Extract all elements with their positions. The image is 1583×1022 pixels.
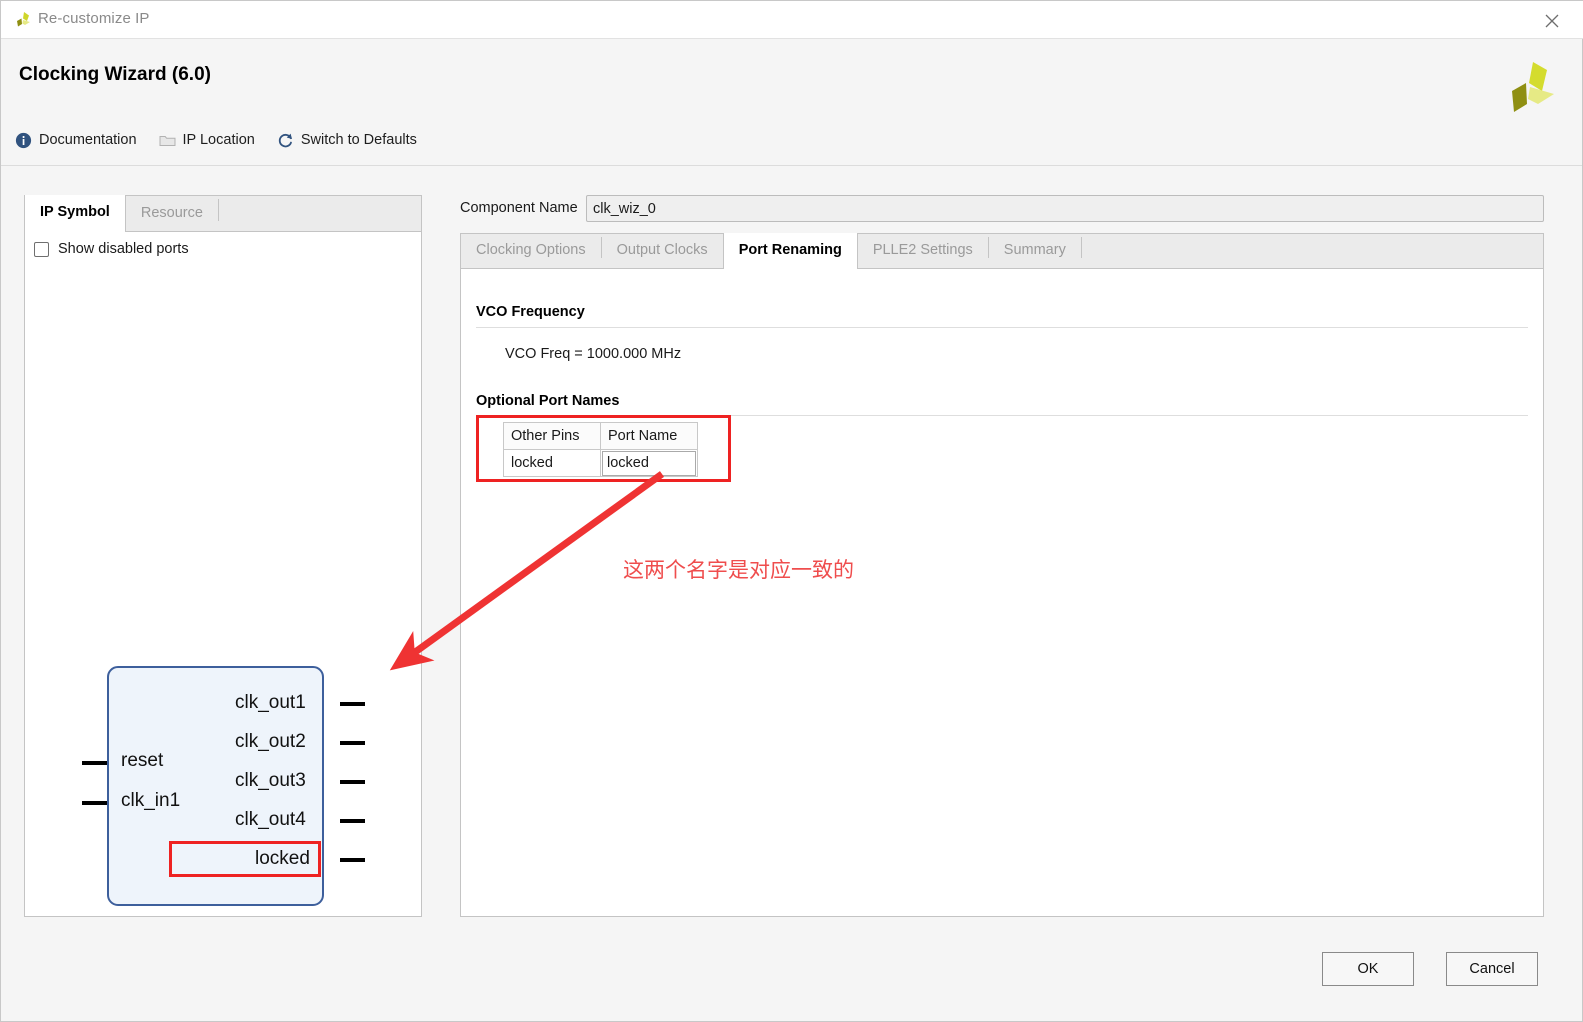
locked-port-highlight xyxy=(169,841,321,877)
tab-ip-symbol[interactable]: IP Symbol xyxy=(25,195,126,232)
header-toolbar: Documentation IP Location Switch to Defa… xyxy=(15,128,417,152)
cell-port-name-locked[interactable] xyxy=(600,449,698,477)
tab-resource[interactable]: Resource xyxy=(126,195,218,231)
tab-separator xyxy=(1080,237,1082,258)
documentation-link[interactable]: Documentation xyxy=(15,132,137,149)
port-label-reset: reset xyxy=(121,750,164,771)
tab-output-clocks[interactable]: Output Clocks xyxy=(602,233,723,268)
show-disabled-ports-row[interactable]: Show disabled ports xyxy=(34,241,189,257)
pin-stub-clk-out4 xyxy=(340,819,365,823)
page-title: Clocking Wizard (6.0) xyxy=(19,64,211,85)
vco-frequency-heading: VCO Frequency xyxy=(476,304,585,320)
refresh-icon xyxy=(277,132,294,149)
optional-port-names-heading: Optional Port Names xyxy=(476,393,620,409)
right-tab-bar: Clocking Options Output Clocks Port Rena… xyxy=(461,233,1543,269)
component-name-input[interactable] xyxy=(586,195,1544,222)
column-header-port-name: Port Name xyxy=(600,422,698,450)
column-header-other-pins: Other Pins xyxy=(503,422,601,450)
switch-to-defaults-link[interactable]: Switch to Defaults xyxy=(277,132,417,149)
xilinx-logo xyxy=(1500,57,1560,115)
xilinx-logo-icon xyxy=(13,10,33,30)
pin-stub-clk-out2 xyxy=(340,741,365,745)
show-disabled-ports-label: Show disabled ports xyxy=(58,241,189,257)
ip-location-link[interactable]: IP Location xyxy=(159,132,255,149)
tab-summary[interactable]: Summary xyxy=(989,233,1081,268)
show-disabled-ports-checkbox[interactable] xyxy=(34,241,49,257)
close-icon[interactable] xyxy=(1542,11,1562,31)
ip-symbol-canvas: reset clk_in1 clk_out1 clk_out2 clk_out3… xyxy=(25,274,421,916)
pin-stub-clk-in1 xyxy=(82,801,107,805)
left-tab-bar: IP Symbol Resource xyxy=(25,195,421,232)
ok-button[interactable]: OK xyxy=(1322,952,1414,986)
port-label-clk-out3: clk_out3 xyxy=(235,770,306,791)
info-icon xyxy=(15,132,32,149)
dialog-header: Clocking Wizard (6.0) Documentation IP L… xyxy=(1,39,1582,166)
pin-stub-locked xyxy=(340,858,365,862)
port-label-clk-in1: clk_in1 xyxy=(121,790,181,811)
re-customize-ip-dialog: Re-customize IP Clocking Wizard (6.0) Do… xyxy=(0,0,1583,1022)
pin-stub-clk-out3 xyxy=(340,780,365,784)
title-bar: Re-customize IP xyxy=(1,1,1583,39)
vco-frequency-rule xyxy=(476,327,1528,328)
port-label-clk-out1: clk_out1 xyxy=(235,692,306,713)
tab-plle2-settings[interactable]: PLLE2 Settings xyxy=(858,233,988,268)
settings-panel: Clocking Options Output Clocks Port Rena… xyxy=(460,233,1544,917)
optional-port-names-table: Other Pins Port Name locked xyxy=(503,422,698,477)
cancel-button[interactable]: Cancel xyxy=(1446,952,1538,986)
ip-location-label: IP Location xyxy=(182,132,255,148)
tab-port-renaming[interactable]: Port Renaming xyxy=(722,233,858,269)
table-row: locked xyxy=(503,449,698,477)
switch-to-defaults-label: Switch to Defaults xyxy=(300,132,417,148)
window-title: Re-customize IP xyxy=(38,10,150,27)
pin-stub-reset xyxy=(82,761,107,765)
table-header-row: Other Pins Port Name xyxy=(503,422,698,450)
port-label-clk-out4: clk_out4 xyxy=(235,809,306,830)
port-label-clk-out2: clk_out2 xyxy=(235,731,306,752)
tab-clocking-options[interactable]: Clocking Options xyxy=(461,233,601,268)
cell-other-pin-locked: locked xyxy=(503,449,601,477)
pin-stub-clk-out1 xyxy=(340,702,365,706)
port-name-input[interactable] xyxy=(602,450,696,476)
ip-symbol-panel: IP Symbol Resource Show disabled ports r… xyxy=(24,195,422,917)
folder-icon xyxy=(159,132,176,149)
vco-frequency-value: VCO Freq = 1000.000 MHz xyxy=(505,346,682,362)
component-name-label: Component Name xyxy=(460,200,578,216)
documentation-label: Documentation xyxy=(39,132,137,148)
tab-separator xyxy=(217,199,219,221)
